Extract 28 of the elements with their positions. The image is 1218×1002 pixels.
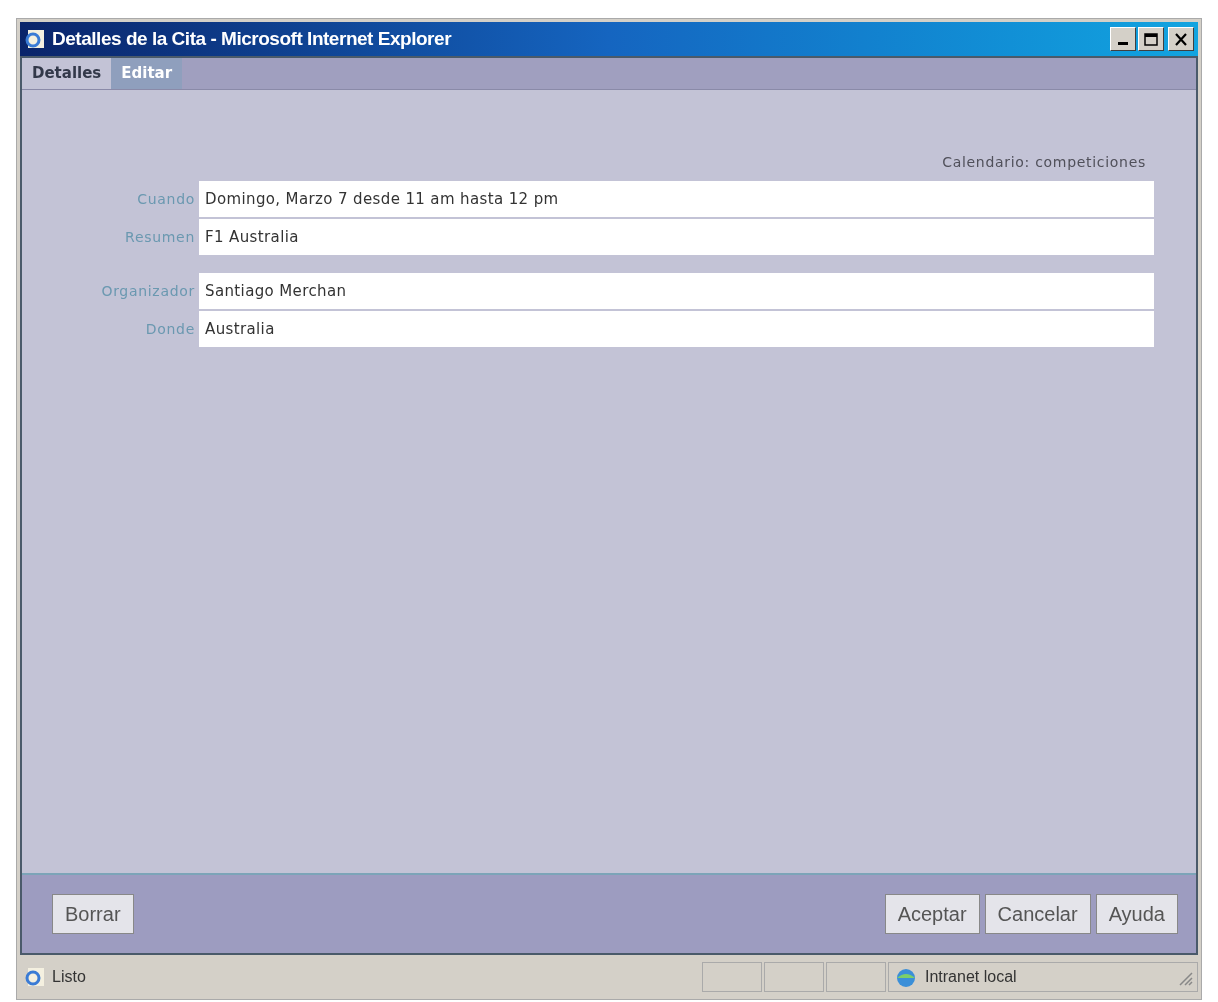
action-button[interactable]: Borrar [52,894,134,934]
field-label: Donde [144,320,196,339]
window-title: Detalles de la Cita - Microsoft Internet Explorer [52,26,452,51]
field-value: Santiago Merchan [199,273,1154,309]
close-icon [1174,32,1188,46]
tab[interactable]: Detalles [22,58,112,89]
field-value: Domingo, Marzo 7 desde 11 am hasta 12 pm [199,181,1154,217]
field-value: F1 Australia [199,219,1154,255]
maximize-icon [1144,32,1158,46]
status-pane [702,962,762,992]
action-button[interactable]: Aceptar [884,894,980,934]
minimize-button[interactable] [1110,27,1136,51]
calendar-label: Calendario: competiciones [942,153,1146,172]
field-value: Australia [199,311,1154,347]
browser-page-icon [24,28,46,50]
close-button[interactable] [1168,27,1194,51]
action-button[interactable]: Ayuda [1095,894,1178,934]
maximize-button[interactable] [1138,27,1164,51]
status-text: Listo [52,967,86,987]
action-button[interactable]: Cancelar [984,894,1091,934]
zone-text: Intranet local [925,967,1017,987]
status-pane [826,962,886,992]
browser-page-icon [24,966,46,988]
field-label: Organizador [100,282,196,301]
status-pane [764,962,824,992]
field-label: Resumen [124,228,196,247]
minimize-icon [1118,42,1128,45]
field-label: Cuando [136,190,196,209]
